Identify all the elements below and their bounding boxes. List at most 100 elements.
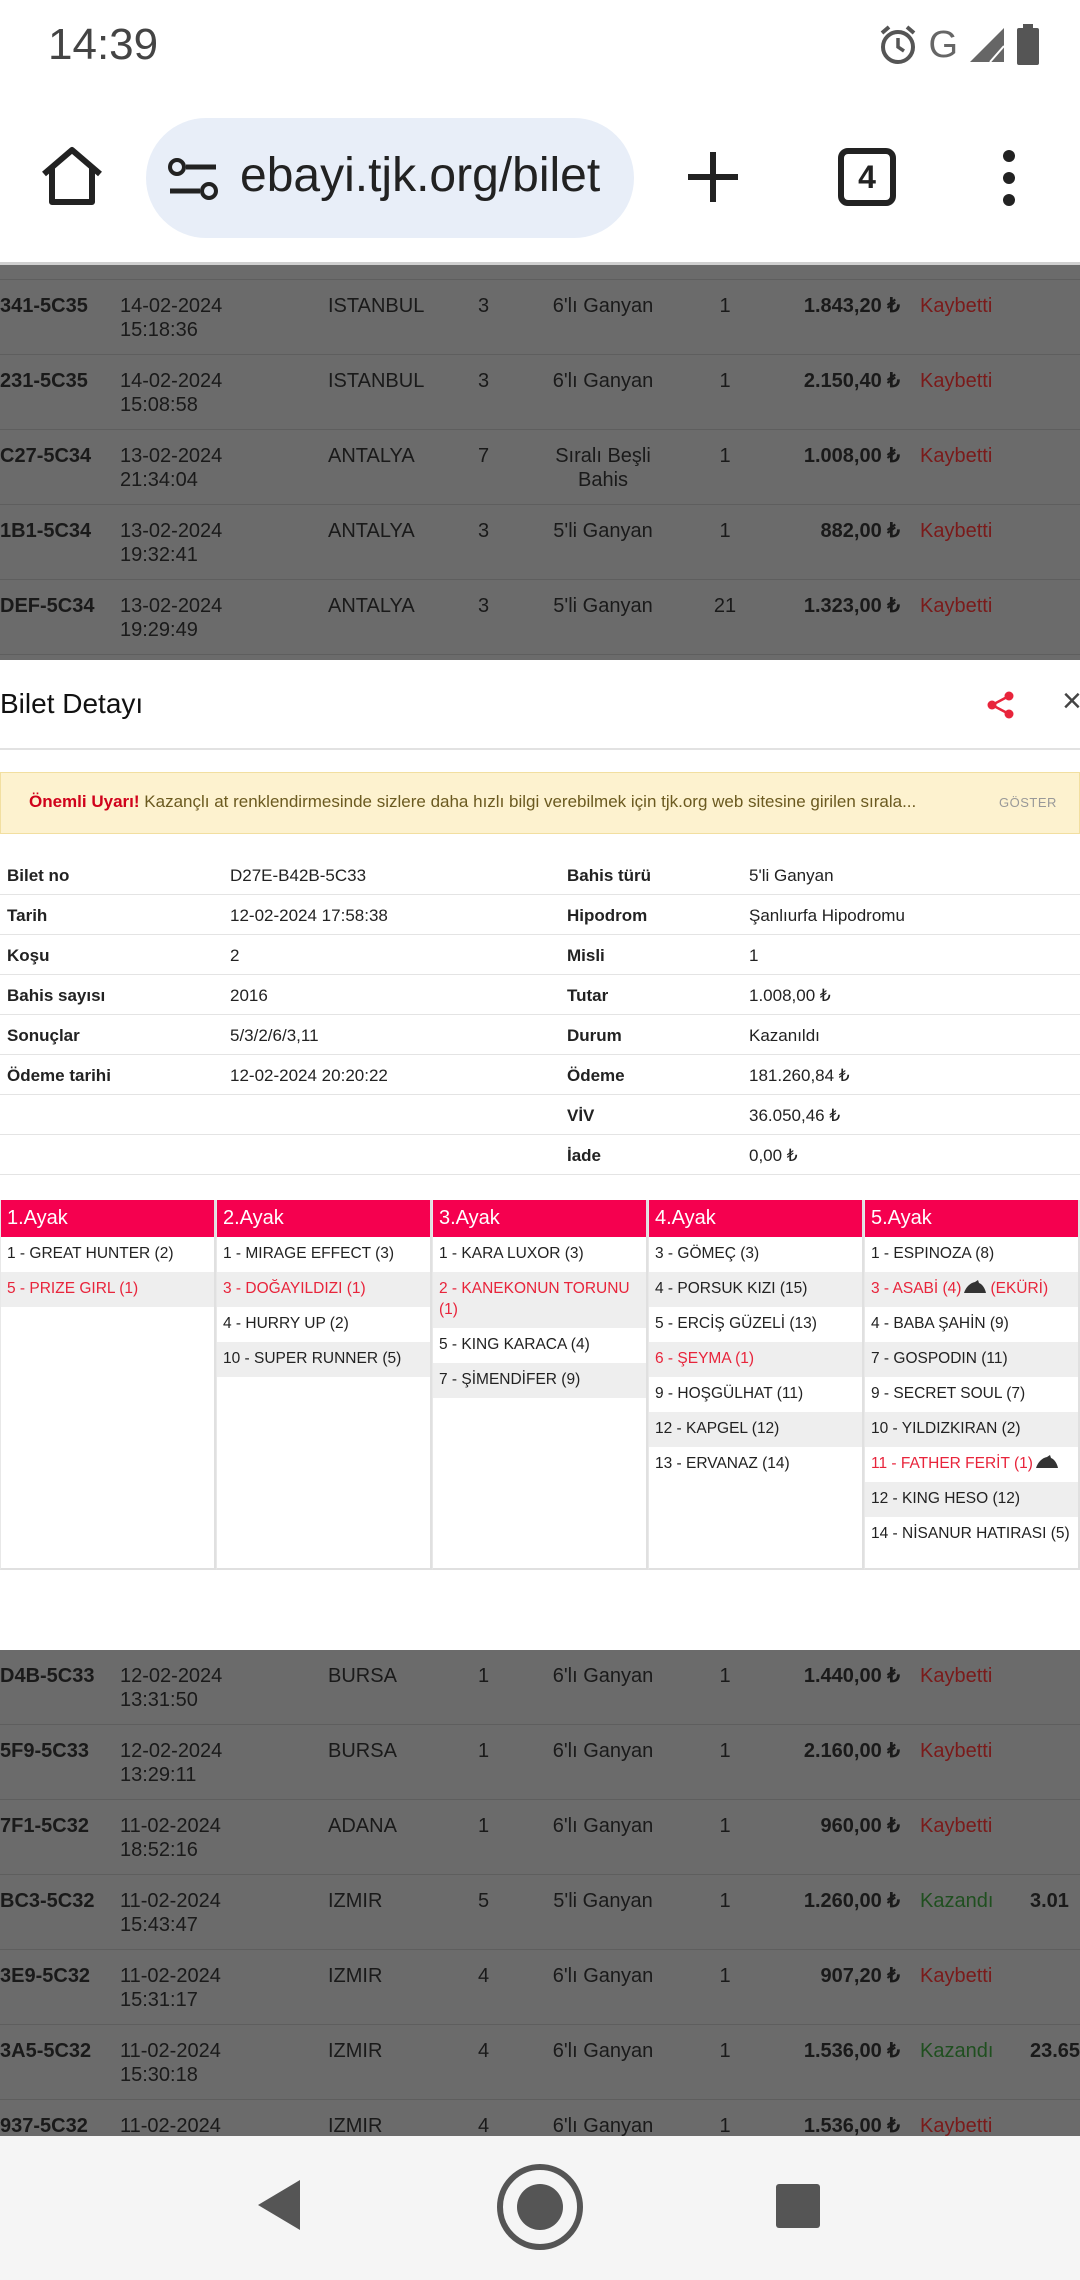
new-tab-icon[interactable]: [684, 148, 742, 206]
detail-value: 12-02-2024 17:58:38: [230, 906, 388, 925]
ticket-multiplier: 1: [719, 1740, 731, 1762]
ticket-bet-type: 6'lı Ganyan: [552, 1665, 654, 1687]
detail-row: VİV 36.050,46 ₺: [0, 1095, 1080, 1135]
ticket-race: 3: [478, 370, 490, 392]
leg-horse-winner: 11 - FATHER FERİT (1): [865, 1447, 1078, 1482]
ticket-date: 11-02-202415:28:35: [120, 2114, 250, 2136]
ticket-row[interactable]: 1B1-5C34 13-02-2024 19:32:41 ANTALYA 3 5'li G…: [0, 505, 1080, 580]
ticket-date-day: 11-02-2024: [120, 1815, 221, 1837]
leg-header: 3.Ayak: [433, 1200, 646, 1237]
ticket-date: 11-02-2024 15:43:47: [120, 1889, 250, 1937]
detail-label: Durum: [567, 1026, 622, 1045]
ticket-date-time: 15:30:18: [120, 2064, 198, 2086]
leg-horse: 1 - KARA LUXOR (3): [433, 1237, 646, 1272]
ticket-race: 4: [478, 2115, 490, 2136]
recent-apps-button[interactable]: [776, 2184, 820, 2228]
detail-value: 5/3/2/6/3,11: [230, 1026, 319, 1045]
ticket-race: 1: [478, 1665, 490, 1687]
leg-horse: 1 - MIRAGE EFFECT (3): [217, 1237, 430, 1272]
ticket-race: 4: [478, 1965, 490, 1987]
leg-header: 4.Ayak: [649, 1200, 862, 1237]
ticket-date-time: 15:43:47: [120, 1914, 198, 1936]
ticket-date-time: 19:32:41: [120, 544, 198, 566]
leg-horse-winner: 3 - DOĞAYILDIZI (1): [217, 1272, 430, 1307]
detail-value: 5'li Ganyan: [749, 866, 834, 885]
ticket-date-time: 15:18:36: [120, 319, 198, 341]
url-text[interactable]: ebayi.tjk.org/bilet: [240, 148, 620, 203]
ticket-bet-type: 6'lı Ganyan: [552, 2040, 654, 2062]
status-time: 14:39: [48, 20, 159, 69]
address-bar[interactable]: ebayi.tjk.org/bilet: [146, 118, 634, 238]
ticket-id: BC3-5C32: [0, 1890, 95, 1912]
site-settings-icon[interactable]: [166, 154, 222, 204]
ticket-row[interactable]: 3A5-5C32 11-02-2024 15:30:18 IZMIR 4 6'lı Gan…: [0, 2025, 1080, 2100]
horse-name: 1 - GREAT HUNTER (2): [7, 1245, 174, 1262]
ticket-bet-type: Sıralı Beşli Bahis: [555, 445, 651, 491]
ticket-multiplier: 1: [719, 1815, 731, 1837]
leg-column: 3.Ayak 1 - KARA LUXOR (3) 2 - KANEKONUN TO…: [432, 1200, 648, 1570]
close-icon[interactable]: ×: [1062, 682, 1080, 721]
home-button-dot: [517, 2184, 563, 2230]
ticket-multiplier: 21: [713, 595, 737, 617]
ticket-row[interactable]: 3E9-5C32 11-02-2024 15:31:17 IZMIR 4 6'lı Gan…: [0, 1950, 1080, 2025]
ticket-row[interactable]: D4B-5C33 12-02-2024 13:31:50 BURSA 1 6'lı Gan…: [0, 1650, 1080, 1725]
leg-horse-winner: 5 - PRIZE GIRL (1): [1, 1272, 214, 1307]
ticket-row[interactable]: C27-5C34 13-02-2024 21:34:04 ANTALYA 7 Sıralı…: [0, 430, 1080, 505]
horse-name: 3 - ASABİ (4): [871, 1280, 962, 1297]
ticket-date: 12-02-2024 13:29:11: [120, 1739, 250, 1787]
ticket-multiplier: 1: [719, 445, 731, 467]
ticket-status: Kaybetti: [920, 1740, 993, 1762]
ticket-amount: 907,20 ₺: [820, 1965, 900, 1987]
ticket-row[interactable]: 341-5C35 14-02-2024 15:18:36 ISTANBUL 3 6'lı …: [0, 280, 1080, 355]
leg-horse: 12 - KAPGEL (12): [649, 1412, 862, 1447]
back-icon[interactable]: [254, 2176, 304, 2234]
leg-horse-winner: 3 - ASABİ (4) (EKÜRİ): [865, 1272, 1078, 1307]
ticket-status: Kaybetti: [920, 595, 993, 617]
detail-label: Tutar: [567, 986, 609, 1005]
more-options-icon[interactable]: [994, 148, 1024, 208]
leg-column: 4.Ayak 3 - GÖMEÇ (3) 4 - PORSUK KIZI (15) 5…: [648, 1200, 864, 1570]
ticket-detail-modal: Bilet Detayı × Önemli Uyarı! Kazançlı at…: [0, 660, 1080, 1650]
detail-value: 2016: [230, 986, 268, 1005]
home-icon[interactable]: [36, 140, 108, 212]
ticket-row[interactable]: 7F1-5C32 11-02-2024 18:52:16 ADANA 1 6'lı Gan…: [0, 1800, 1080, 1875]
ticket-date-time: 15:08:58: [120, 394, 198, 416]
detail-row: Ödeme tarihi 12-02-2024 20:20:22 Ödeme 181.…: [0, 1055, 1080, 1095]
tab-switcher-button[interactable]: 4: [838, 148, 896, 206]
ticket-multiplier: 1: [719, 2115, 731, 2136]
ticket-row[interactable]: 5F9-5C33 12-02-2024 13:29:11 BURSA 1 6'lı Gan…: [0, 1725, 1080, 1800]
ticket-row[interactable]: BC3-5C32 11-02-2024 15:43:47 IZMIR 5 5'li Gan…: [0, 1875, 1080, 1950]
ticket-row[interactable]: 15:21:04: [0, 265, 1080, 280]
ticket-date: 14-02-2024 15:08:58: [120, 369, 250, 417]
share-icon[interactable]: [986, 690, 1016, 720]
show-warning-button[interactable]: GÖSTER: [999, 795, 1057, 810]
leg-horse: 5 - KING KARACA (4): [433, 1328, 646, 1363]
detail-label: İade: [567, 1146, 602, 1165]
ticket-bet-type: 5'li Ganyan: [553, 595, 653, 617]
horse-name: 1 - KARA LUXOR (3): [439, 1245, 584, 1262]
detail-value: Kazanıldı: [749, 1026, 820, 1045]
home-button[interactable]: [497, 2164, 583, 2250]
ticket-date-day: 11-02-2024: [120, 1965, 221, 1987]
ticket-race: 4: [478, 2040, 490, 2062]
ticket-date-time: 21:34:04: [120, 469, 198, 491]
ticket-row[interactable]: 937-5C32 11-02-202415:28:35 IZMIR 4 6'lı Gan…: [0, 2100, 1080, 2136]
ticket-city: ANTALYA: [328, 445, 415, 467]
ticket-date-day: 13-02-2024: [120, 445, 223, 467]
ticket-race: 1: [478, 1815, 490, 1837]
browser-toolbar: ebayi.tjk.org/bilet 4: [0, 96, 1080, 264]
ticket-row[interactable]: 231-5C35 14-02-2024 15:08:58 ISTANBUL 3 6'lı …: [0, 355, 1080, 430]
horse-name: 12 - KAPGEL (12): [655, 1420, 780, 1437]
ticket-date: 11-02-2024 15:31:17: [120, 1964, 250, 2012]
leg-horse: 12 - KING HESO (12): [865, 1482, 1078, 1517]
warning-text: Önemli Uyarı! Kazançlı at renklendirmesi…: [29, 792, 989, 812]
ticket-row[interactable]: DEF-5C34 13-02-2024 19:29:49 ANTALYA 3 5'li G…: [0, 580, 1080, 655]
ticket-multiplier: 1: [719, 520, 731, 542]
detail-label: Bahis türü: [567, 866, 652, 885]
ticket-bet-type: 6'lı Ganyan: [552, 2115, 654, 2136]
leg-horse: 5 - ERCİŞ GÜZELİ (13): [649, 1307, 862, 1342]
detail-value: 36.050,46 ₺: [749, 1106, 841, 1125]
horse-name: 10 - SUPER RUNNER (5): [223, 1350, 402, 1367]
leg-column: 1.Ayak 1 - GREAT HUNTER (2) 5 - PRIZE GIRL…: [0, 1200, 216, 1570]
status-bar: 14:39 G: [0, 0, 1080, 96]
